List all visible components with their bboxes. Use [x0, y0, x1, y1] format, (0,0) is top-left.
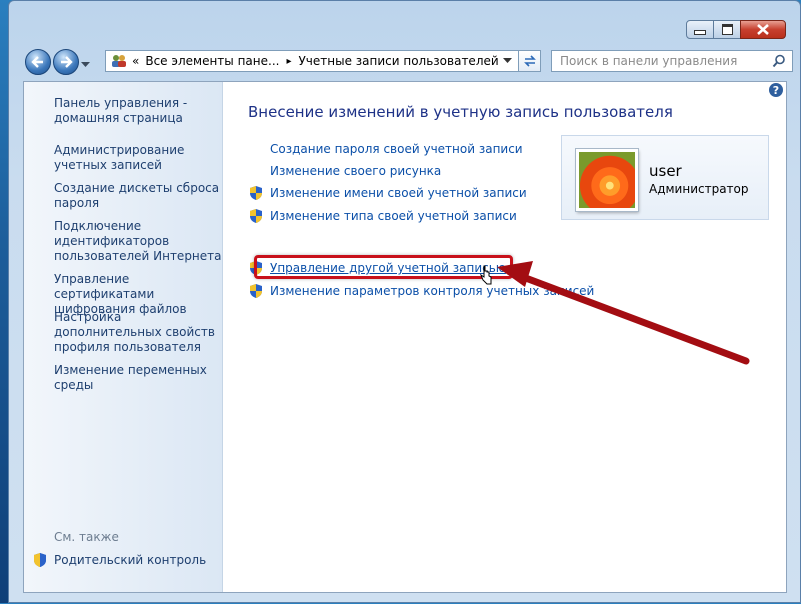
refresh-icon [523, 55, 536, 67]
users-icon [112, 55, 126, 67]
task-change-picture[interactable]: Изменение своего рисунка [270, 164, 441, 178]
help-button[interactable]: ? [768, 82, 784, 101]
shield-icon [34, 553, 46, 567]
control-panel-window: « Все элементы пане... ▸ Учетные записи … [8, 0, 801, 603]
shield-icon [250, 209, 262, 223]
forward-button[interactable] [53, 49, 79, 75]
search-input[interactable]: Поиск в панели управления [551, 50, 793, 72]
refresh-button[interactable] [519, 50, 541, 72]
task-label: Изменение параметров контроля учетных за… [270, 284, 595, 298]
sidebar-item-home[interactable]: Панель управления - домашняя страница [54, 96, 222, 126]
sidebar-item-parental-control[interactable]: Родительский контроль [32, 552, 206, 568]
sidebar-item-reset-disk[interactable]: Создание дискеты сброса пароля [54, 181, 222, 211]
task-label: Изменение типа своей учетной записи [270, 209, 517, 223]
caption-buttons [686, 20, 786, 39]
shield-icon [250, 186, 262, 200]
breadcrumb-item-user-accounts[interactable]: Учетные записи пользователей [298, 54, 498, 68]
task-label: Изменение имени своей учетной записи [270, 186, 527, 200]
minimize-button[interactable] [686, 20, 714, 39]
chevron-down-icon [81, 62, 90, 67]
minimize-icon [694, 30, 706, 35]
address-dropdown-icon[interactable] [503, 58, 512, 64]
task-label: Изменение своего рисунка [270, 164, 442, 178]
sidebar-item-env-vars[interactable]: Изменение переменных среды [54, 363, 222, 393]
task-change-name[interactable]: Изменение имени своей учетной записи [248, 185, 527, 201]
breadcrumb-prefix: « [132, 54, 140, 68]
close-button[interactable] [740, 20, 786, 39]
navigation-bar: « Все элементы пане... ▸ Учетные записи … [23, 47, 795, 77]
task-change-type[interactable]: Изменение типа своей учетной записи [248, 208, 517, 224]
user-role: Администратор [649, 182, 749, 196]
shield-icon [250, 284, 262, 298]
page-title: Внесение изменений в учетную запись поль… [248, 103, 673, 121]
task-uac-settings[interactable]: Изменение параметров контроля учетных за… [248, 283, 594, 299]
search-icon[interactable] [772, 54, 786, 68]
back-arrow-icon [31, 56, 43, 68]
search-placeholder: Поиск в панели управления [560, 54, 738, 68]
task-create-password[interactable]: Создание пароля своей учетной записи [270, 142, 523, 156]
avatar[interactable] [576, 149, 638, 211]
sidebar: Панель управления - домашняя страница Ад… [24, 82, 223, 592]
sidebar-item-profile-properties[interactable]: Настройка дополнительных свойств профиля… [54, 310, 222, 355]
history-dropdown[interactable] [81, 57, 90, 71]
user-card: user Администратор [561, 135, 769, 220]
see-also-heading: См. также [54, 530, 119, 544]
mouse-cursor-icon [480, 265, 492, 285]
breadcrumb-separator[interactable]: ▸ [286, 56, 291, 67]
breadcrumb-item-all-items[interactable]: Все элементы пане... [145, 54, 279, 68]
close-icon [757, 24, 769, 35]
maximize-button[interactable] [713, 20, 741, 39]
content-pane: Панель управления - домашняя страница Ад… [23, 81, 787, 593]
forward-arrow-icon [61, 56, 73, 68]
svg-text:?: ? [773, 84, 779, 97]
parental-control-label: Родительский контроль [54, 553, 207, 567]
back-button[interactable] [25, 49, 51, 75]
highlight-box [254, 255, 513, 279]
user-name: user [649, 162, 682, 180]
maximize-icon [721, 24, 733, 35]
address-bar[interactable]: « Все элементы пане... ▸ Учетные записи … [105, 50, 519, 72]
sidebar-item-administration[interactable]: Администрирование учетных записей [54, 143, 222, 173]
sidebar-item-online-ids[interactable]: Подключение идентификаторов пользователе… [54, 219, 222, 264]
help-icon: ? [769, 83, 783, 97]
task-label: Создание пароля своей учетной записи [270, 142, 523, 156]
